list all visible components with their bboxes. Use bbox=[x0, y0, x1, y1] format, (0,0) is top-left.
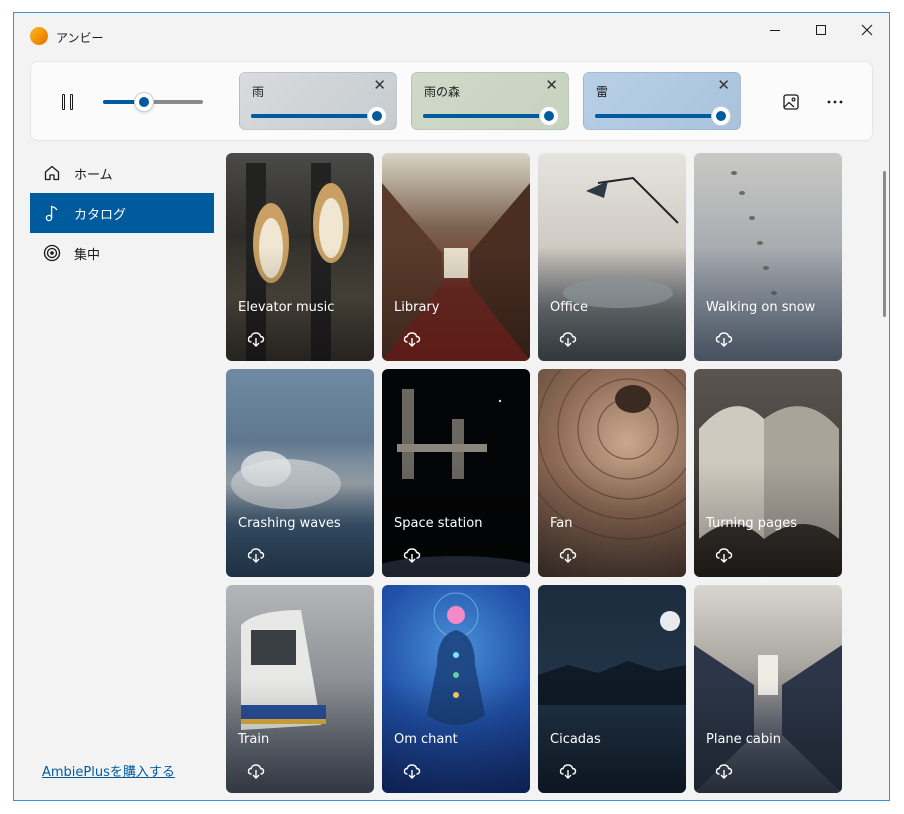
catalog-card[interactable]: Office bbox=[538, 153, 686, 361]
mixer-rain-forest-slider[interactable] bbox=[423, 106, 559, 126]
more-icon bbox=[827, 100, 843, 104]
cloud-download-icon[interactable] bbox=[246, 761, 266, 781]
catalog-card[interactable]: Om chant bbox=[382, 585, 530, 793]
card-title: Library bbox=[394, 300, 440, 315]
maximize-button[interactable] bbox=[798, 13, 844, 47]
maximize-icon bbox=[816, 25, 826, 35]
mixer-rain-forest-label: 雨の森 bbox=[424, 85, 461, 99]
image-icon bbox=[783, 94, 799, 110]
more-options-button[interactable] bbox=[823, 90, 847, 114]
catalog-card[interactable]: Library bbox=[382, 153, 530, 361]
cloud-download-icon[interactable] bbox=[558, 761, 578, 781]
window-title: アンビー bbox=[56, 31, 104, 45]
close-icon bbox=[861, 24, 873, 36]
volume-thumb[interactable] bbox=[134, 92, 154, 112]
mixer-rain-forest-remove-button[interactable]: ✕ bbox=[545, 78, 558, 93]
catalog-card[interactable]: Cicadas bbox=[538, 585, 686, 793]
mixer-rain-forest: 雨の森 ✕ bbox=[411, 72, 569, 130]
catalog-grid: Elevator music Library Office Walking on… bbox=[226, 153, 846, 800]
pause-button[interactable] bbox=[55, 90, 79, 114]
catalog-card[interactable]: Walking on snow bbox=[694, 153, 842, 361]
catalog-card[interactable]: Crashing waves bbox=[226, 369, 374, 577]
pause-icon-bar-left bbox=[61, 94, 65, 110]
volume-slider[interactable] bbox=[103, 92, 203, 112]
minimize-button[interactable] bbox=[752, 13, 798, 47]
catalog-card[interactable]: Train bbox=[226, 585, 374, 793]
cloud-download-icon[interactable] bbox=[246, 545, 266, 565]
title-bar: アンビー bbox=[14, 13, 889, 51]
mixer-thunder-label: 雷 bbox=[596, 85, 609, 99]
music-note-icon bbox=[42, 203, 62, 223]
target-icon bbox=[42, 243, 62, 263]
catalog-card[interactable]: Plane cabin bbox=[694, 585, 842, 793]
image-button[interactable] bbox=[779, 90, 803, 114]
app-window: アンビー 雨 ✕ 雨の森 ✕ 雷 ✕ ホーム カタログ 集中 AmbiePlus… bbox=[13, 12, 890, 801]
cloud-download-icon[interactable] bbox=[714, 761, 734, 781]
mixer-thunder: 雷 ✕ bbox=[583, 72, 741, 130]
mixer-rain-label: 雨 bbox=[252, 85, 265, 99]
mixer-thunder-slider[interactable] bbox=[595, 106, 731, 126]
cloud-download-icon[interactable] bbox=[402, 545, 422, 565]
minimize-icon bbox=[770, 29, 780, 31]
catalog-card[interactable]: Turning pages bbox=[694, 369, 842, 577]
buy-ambieplus-link[interactable]: AmbiePlusを購入する bbox=[42, 761, 175, 780]
cloud-download-icon[interactable] bbox=[558, 329, 578, 349]
mixer-rain-forest-thumb[interactable] bbox=[539, 106, 559, 126]
pause-icon-bar-right bbox=[69, 94, 73, 110]
close-window-button[interactable] bbox=[844, 13, 889, 47]
catalog-card[interactable]: Fan bbox=[538, 369, 686, 577]
sidebar-item-focus[interactable]: 集中 bbox=[30, 233, 214, 273]
cloud-download-icon[interactable] bbox=[402, 329, 422, 349]
card-title: Cicadas bbox=[550, 732, 601, 747]
cloud-download-icon[interactable] bbox=[714, 329, 734, 349]
mixer-thunder-remove-button[interactable]: ✕ bbox=[717, 78, 730, 93]
app-logo-icon bbox=[30, 27, 48, 45]
card-title: Crashing waves bbox=[238, 516, 341, 531]
sidebar-item-label: カタログ bbox=[74, 207, 127, 223]
mixer-rain-fill bbox=[251, 114, 377, 118]
card-title: Om chant bbox=[394, 732, 458, 747]
card-title: Walking on snow bbox=[706, 300, 816, 315]
card-title: Plane cabin bbox=[706, 732, 782, 747]
mixer-thunder-thumb[interactable] bbox=[711, 106, 731, 126]
catalog-card[interactable]: Elevator music bbox=[226, 153, 374, 361]
home-icon bbox=[42, 163, 62, 183]
mixer-thunder-fill bbox=[595, 114, 721, 118]
sidebar-item-label: ホーム bbox=[74, 167, 113, 183]
cloud-download-icon[interactable] bbox=[246, 329, 266, 349]
sidebar-item-home[interactable]: ホーム bbox=[30, 153, 214, 193]
catalog-card[interactable]: Space station bbox=[382, 369, 530, 577]
mixer-rain-slider[interactable] bbox=[251, 106, 387, 126]
sidebar-item-label: 集中 bbox=[74, 247, 101, 263]
card-title: Office bbox=[550, 300, 588, 315]
catalog-scrollbar[interactable] bbox=[883, 171, 886, 317]
mixer-rain: 雨 ✕ bbox=[239, 72, 397, 130]
cloud-download-icon[interactable] bbox=[558, 545, 578, 565]
card-title: Train bbox=[238, 732, 270, 747]
card-title: Space station bbox=[394, 516, 483, 531]
card-title: Elevator music bbox=[238, 300, 335, 315]
card-title: Fan bbox=[550, 516, 573, 531]
mixer-rain-remove-button[interactable]: ✕ bbox=[373, 78, 386, 93]
mixer-rain-thumb[interactable] bbox=[367, 106, 387, 126]
cloud-download-icon[interactable] bbox=[402, 761, 422, 781]
cloud-download-icon[interactable] bbox=[714, 545, 734, 565]
player-bar: 雨 ✕ 雨の森 ✕ 雷 ✕ bbox=[30, 61, 873, 141]
mixer-rain-forest-fill bbox=[423, 114, 549, 118]
card-title: Turning pages bbox=[706, 516, 798, 531]
sidebar-item-catalog[interactable]: カタログ bbox=[30, 193, 214, 233]
